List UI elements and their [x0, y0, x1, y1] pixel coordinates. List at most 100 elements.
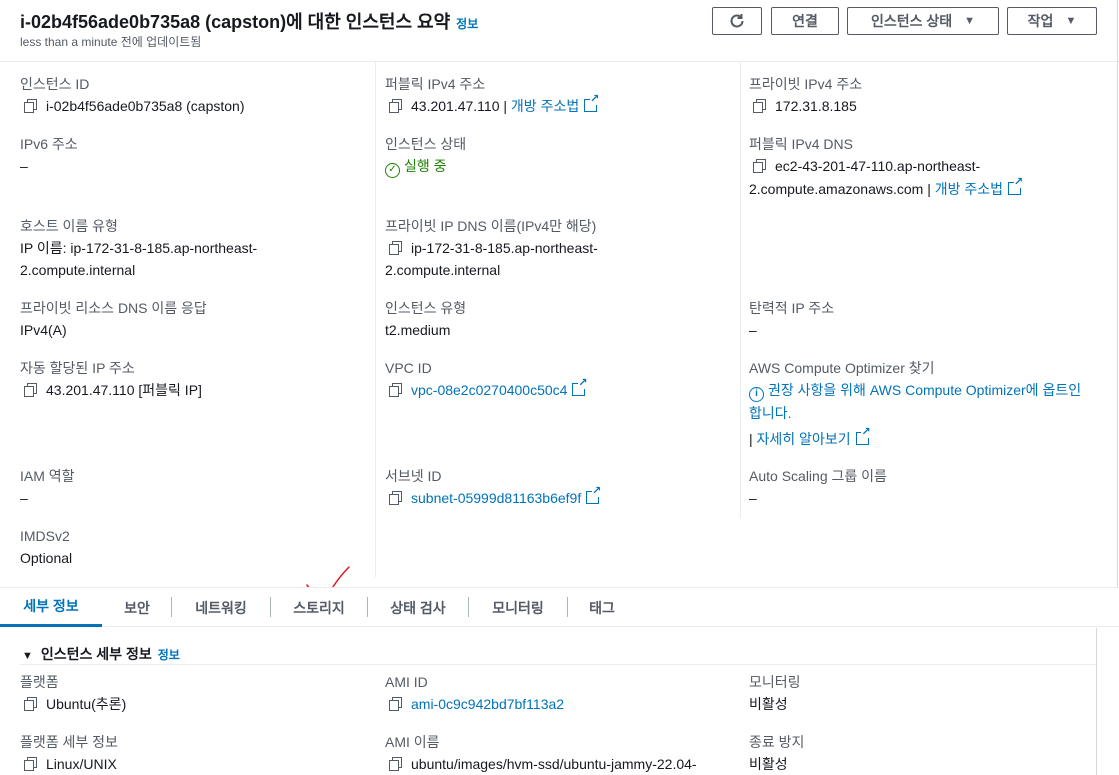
copy-icon[interactable] — [389, 99, 402, 113]
field-label: 종료 방지 — [749, 734, 805, 750]
public-dns-line2: 2.compute.amazonaws.com | — [749, 181, 931, 197]
hostname-type-line2: 2.compute.internal — [20, 262, 136, 278]
field-vpc-id: VPC ID vpc-08e2c0270400c50c4 — [385, 358, 588, 401]
field-subnet-id: 서브넷 ID subnet-05999d81163b6ef9f — [385, 466, 602, 509]
field-label: 인스턴스 상태 — [385, 136, 467, 152]
copy-icon[interactable] — [753, 99, 766, 113]
section-title: 인스턴스 세부 정보 — [40, 646, 152, 662]
field-label: 자동 할당된 IP 주소 — [20, 360, 135, 376]
connect-button[interactable]: 연결 — [771, 7, 839, 35]
open-address-link[interactable]: 개방 주소법 — [935, 181, 1003, 197]
separator: | — [749, 431, 757, 447]
field-value: ami-0c9c942bd7bf113a2 — [385, 693, 564, 715]
copy-icon[interactable] — [24, 383, 37, 397]
actions-dropdown[interactable]: 작업 ▼ — [1007, 7, 1097, 35]
learn-more-link[interactable]: 자세히 알아보기 — [757, 431, 851, 447]
field-label: 인스턴스 ID — [20, 76, 90, 92]
optimizer-opt-in-link[interactable]: 권장 사항을 위해 AWS Compute Optimizer에 옵트인 — [768, 382, 1081, 398]
ami-name-value: ubuntu/images/hvm-ssd/ubuntu-jammy-22.04… — [411, 756, 697, 772]
field-public-dns: 퍼블릭 IPv4 DNS ec2-43-201-47-110.ap-northe… — [749, 134, 1024, 200]
tab-storage[interactable]: 스토리지 — [271, 588, 367, 627]
field-label: 탄력적 IP 주소 — [749, 300, 835, 316]
field-label: 프라이빗 IP DNS 이름(IPv4만 해당) — [385, 218, 597, 234]
copy-icon[interactable] — [24, 99, 37, 113]
field-asg-name: Auto Scaling 그룹 이름 – — [749, 466, 887, 509]
field-value: ubuntu/images/hvm-ssd/ubuntu-jammy-22.04… — [385, 753, 697, 775]
copy-icon[interactable] — [753, 159, 766, 173]
field-ami-id: AMI ID ami-0c9c942bd7bf113a2 — [385, 672, 564, 715]
copy-icon[interactable] — [389, 697, 402, 711]
field-compute-optimizer: AWS Compute Optimizer 찾기 i 권장 사항을 위해 AWS … — [749, 358, 1109, 450]
external-link-icon[interactable] — [586, 486, 602, 504]
copy-icon[interactable] — [389, 383, 402, 397]
copy-icon[interactable] — [389, 491, 402, 505]
tab-monitoring[interactable]: 모니터링 — [469, 588, 567, 627]
field-value: 172.31.8.185 — [749, 95, 862, 117]
field-label: 플랫폼 — [20, 674, 59, 690]
field-label: 프라이빗 IPv4 주소 — [749, 76, 863, 92]
field-instance-type: 인스턴스 유형 t2.medium — [385, 298, 466, 341]
field-instance-state: 인스턴스 상태 ✓ 실행 중 — [385, 134, 466, 178]
page-title: i-02b4f56ade0b735a8 (capston)에 대한 인스턴스 요… — [20, 8, 478, 34]
copy-icon[interactable] — [389, 757, 402, 771]
field-platform-details: 플랫폼 세부 정보 Linux/UNIX — [20, 732, 118, 775]
open-address-link[interactable]: 개방 주소법 — [511, 98, 579, 114]
detail-tabs: 세부 정보 보안 네트워킹 스토리지 상태 검사 모니터링 태그 — [0, 587, 1119, 627]
refresh-button[interactable] — [712, 7, 762, 35]
field-iam-role: IAM 역할 – — [20, 466, 75, 509]
iam-role-value: – — [20, 490, 28, 506]
field-instance-id: 인스턴스 ID i-02b4f56ade0b735a8 (capston) — [20, 74, 245, 117]
field-label: 호스트 이름 유형 — [20, 218, 118, 234]
external-link-icon[interactable] — [1008, 177, 1024, 195]
column-divider — [375, 62, 376, 577]
refresh-icon — [730, 14, 744, 28]
field-hostname-type: 호스트 이름 유형 IP 이름: ip-172-31-8-185.ap-nort… — [20, 216, 257, 281]
termination-protection-value: 비활성 — [749, 756, 788, 772]
tab-details[interactable]: 세부 정보 — [0, 588, 102, 627]
field-private-ipv4: 프라이빗 IPv4 주소 172.31.8.185 — [749, 74, 862, 117]
field-value: ec2-43-201-47-110.ap-northeast- — [749, 155, 1021, 177]
field-value-cont: 2.compute.amazonaws.com | 개방 주소법 — [749, 177, 1024, 200]
field-value: ip-172-31-8-185.ap-northeast- — [385, 237, 598, 259]
field-label: 서브넷 ID — [385, 468, 442, 484]
tab-status-checks[interactable]: 상태 검사 — [368, 588, 468, 627]
vpc-id-link[interactable]: vpc-08e2c0270400c50c4 — [411, 382, 567, 398]
page-header: i-02b4f56ade0b735a8 (capston)에 대한 인스턴스 요… — [0, 0, 1119, 62]
private-ipv4-value: 172.31.8.185 — [775, 98, 857, 114]
field-label: VPC ID — [385, 360, 432, 376]
field-platform: 플랫폼 Ubuntu(추론) — [20, 672, 126, 715]
field-value: i-02b4f56ade0b735a8 (capston) — [20, 95, 245, 117]
copy-icon[interactable] — [24, 697, 37, 711]
panel-border — [1096, 628, 1097, 775]
optimizer-opt-in-link-cont[interactable]: 합니다. — [749, 405, 792, 421]
copy-icon[interactable] — [389, 241, 402, 255]
field-value: subnet-05999d81163b6ef9f — [385, 486, 602, 509]
external-link-icon[interactable] — [584, 94, 600, 112]
tab-networking[interactable]: 네트워킹 — [172, 588, 270, 627]
private-dns-line1: ip-172-31-8-185.ap-northeast- — [411, 240, 598, 256]
private-resource-dns-value: IPv4(A) — [20, 322, 67, 338]
section-info-link[interactable]: 정보 — [158, 648, 180, 662]
panel-border — [1117, 0, 1118, 587]
field-label: AMI ID — [385, 674, 428, 690]
copy-icon[interactable] — [24, 757, 37, 771]
section-header[interactable]: ▼ 인스턴스 세부 정보 정보 — [22, 644, 180, 664]
info-icon: i — [749, 387, 764, 402]
field-label: IAM 역할 — [20, 468, 75, 484]
field-label: IPv6 주소 — [20, 136, 78, 152]
field-ami-name: AMI 이름 ubuntu/images/hvm-ssd/ubuntu-jamm… — [385, 732, 697, 775]
field-label: IMDSv2 — [20, 528, 70, 544]
external-link-icon[interactable] — [572, 378, 588, 396]
external-link-icon[interactable] — [855, 427, 871, 445]
ami-id-link[interactable]: ami-0c9c942bd7bf113a2 — [411, 696, 564, 712]
column-divider — [740, 62, 741, 518]
caret-down-icon[interactable]: ▼ — [22, 650, 33, 662]
header-info-link[interactable]: 정보 — [456, 17, 478, 31]
subnet-id-link[interactable]: subnet-05999d81163b6ef9f — [411, 490, 581, 506]
caret-down-icon: ▼ — [964, 15, 976, 27]
tab-security[interactable]: 보안 — [104, 588, 170, 627]
instance-state-dropdown[interactable]: 인스턴스 상태 ▼ — [847, 7, 999, 35]
tab-tags[interactable]: 태그 — [568, 588, 636, 627]
field-value: i 권장 사항을 위해 AWS Compute Optimizer에 옵트인 — [749, 379, 1109, 402]
field-label: AMI 이름 — [385, 734, 440, 750]
